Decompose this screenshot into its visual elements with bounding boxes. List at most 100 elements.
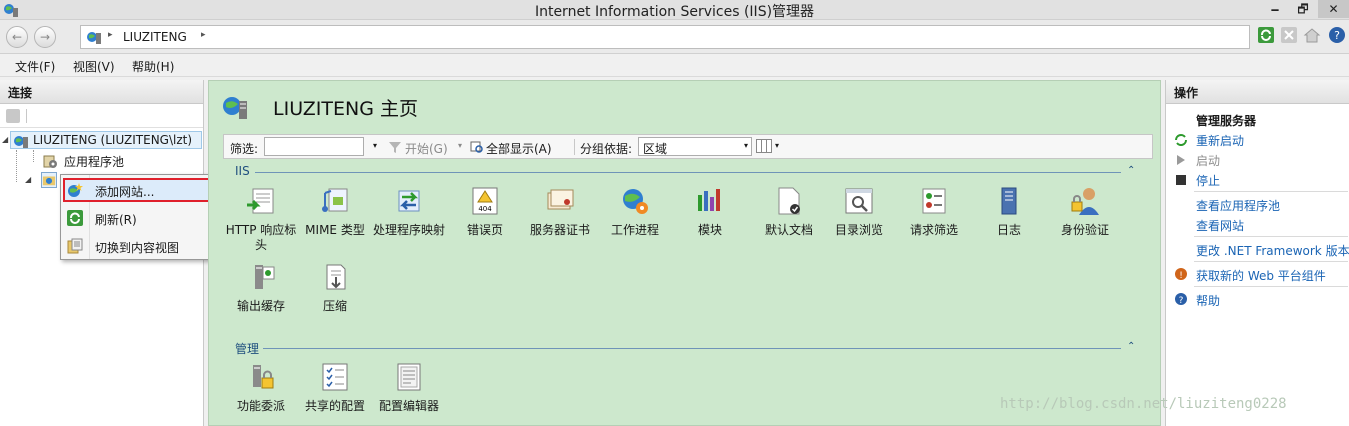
feature-label: MIME 类型 bbox=[305, 223, 365, 237]
restart-action[interactable]: 重新启动 bbox=[1196, 132, 1244, 149]
actions-divider bbox=[1194, 236, 1348, 237]
start-dropdown-icon[interactable]: ▾ bbox=[458, 141, 462, 150]
help-action[interactable]: 帮助 bbox=[1196, 292, 1220, 309]
help-icon[interactable]: ? bbox=[1328, 26, 1346, 44]
feature-delegation[interactable]: 功能委派 bbox=[223, 361, 299, 414]
connections-header: 连接 bbox=[0, 80, 203, 104]
menu-view[interactable]: 视图(V) bbox=[73, 58, 115, 75]
app-pool-icon bbox=[43, 155, 57, 168]
section-iis[interactable]: IIS bbox=[235, 164, 250, 178]
content-view-icon bbox=[67, 238, 83, 254]
group-dropdown-icon[interactable]: ▾ bbox=[744, 141, 748, 150]
add-website-menu-item[interactable]: 添加网站... bbox=[63, 178, 219, 202]
menu-file[interactable]: 文件(F) bbox=[15, 58, 55, 75]
breadcrumb-separator-icon[interactable]: ▸ bbox=[108, 30, 113, 40]
change-net-framework-action[interactable]: 更改 .NET Framework 版本 bbox=[1196, 242, 1349, 259]
view-sites-action[interactable]: 查看网站 bbox=[1196, 217, 1244, 234]
http-headers-icon bbox=[247, 188, 274, 214]
feature-label: 共享的配置 bbox=[304, 399, 365, 413]
minimize-button[interactable]: 🗕 bbox=[1262, 0, 1288, 18]
close-button[interactable]: ✕ bbox=[1318, 0, 1349, 18]
logging-icon bbox=[1001, 187, 1017, 215]
feature-error-pages[interactable]: 404 错误页 bbox=[447, 185, 523, 238]
stop-action[interactable]: 停止 bbox=[1196, 172, 1220, 189]
filter-dropdown-icon[interactable]: ▾ bbox=[373, 141, 377, 150]
feature-label: 身份验证 bbox=[1060, 223, 1109, 237]
filter-input[interactable] bbox=[264, 137, 364, 156]
context-menu-label: 切换到内容视图 bbox=[95, 241, 180, 255]
start-icon bbox=[1177, 155, 1185, 165]
feature-output-caching[interactable]: 输出缓存 bbox=[223, 261, 299, 314]
feature-label: HTTP 响应标头 bbox=[225, 223, 297, 252]
menu-help[interactable]: 帮助(H) bbox=[132, 58, 174, 75]
address-bar[interactable]: ▸ LIUZITENG ▸ bbox=[80, 25, 1250, 49]
connect-icon[interactable] bbox=[6, 109, 20, 123]
compression-icon bbox=[326, 264, 346, 290]
section-divider bbox=[263, 348, 1121, 349]
expander-icon[interactable]: ◢ bbox=[25, 175, 31, 184]
feature-label: 工作进程 bbox=[610, 223, 659, 237]
configuration-editor-icon bbox=[397, 363, 421, 391]
server-home-panel: LIUZITENG 主页 筛选: ▾ 开始(G) ▾ 全部显示(A) 分组依据:… bbox=[208, 80, 1161, 426]
context-menu: 添加网站... 刷新(R) 切换到内容视图 bbox=[60, 174, 222, 260]
view-mode-icon[interactable] bbox=[756, 139, 772, 153]
window-title: Internet Information Services (IIS)管理器 bbox=[534, 4, 815, 20]
stop-icon bbox=[1176, 175, 1186, 185]
view-app-pools-action[interactable]: 查看应用程序池 bbox=[1196, 197, 1280, 214]
breadcrumb-separator-icon[interactable]: ▸ bbox=[201, 30, 206, 40]
feature-server-certificates[interactable]: 服务器证书 bbox=[522, 185, 598, 238]
funnel-icon bbox=[389, 142, 401, 153]
forward-button[interactable]: → bbox=[34, 26, 56, 48]
tree-item-label: 应用程序池 bbox=[64, 155, 125, 169]
filter-label: 筛选: bbox=[230, 142, 259, 156]
server-home-icon bbox=[223, 97, 247, 119]
view-dropdown-icon[interactable]: ▾ bbox=[775, 141, 779, 150]
refresh-menu-item[interactable]: 刷新(R) bbox=[63, 206, 219, 230]
server-icon bbox=[14, 136, 28, 148]
switch-content-view-menu-item[interactable]: 切换到内容视图 bbox=[63, 234, 219, 258]
feature-worker-processes[interactable]: 工作进程 bbox=[597, 185, 673, 238]
collapse-management-icon[interactable]: ⌃ bbox=[1127, 341, 1135, 352]
feature-shared-configuration[interactable]: 共享的配置 bbox=[297, 361, 373, 414]
feature-directory-browsing[interactable]: 目录浏览 bbox=[821, 185, 897, 238]
home-icon[interactable] bbox=[1303, 26, 1321, 44]
feature-label: 输出缓存 bbox=[236, 299, 285, 313]
sites-folder-icon bbox=[41, 172, 57, 188]
feature-default-document[interactable]: 默认文档 bbox=[751, 185, 827, 238]
filter-bar: 筛选: ▾ 开始(G) ▾ 全部显示(A) 分组依据: 区域 ▾ ▾ bbox=[223, 134, 1153, 159]
stop-icon[interactable] bbox=[1280, 26, 1298, 44]
feature-logging[interactable]: 日志 bbox=[971, 185, 1047, 238]
tree-item-server[interactable]: ◢ LIUZITENG (LIUZITENG\lzt) bbox=[2, 131, 202, 149]
start-filter-button[interactable]: 开始(G) bbox=[405, 140, 448, 157]
show-all-button[interactable]: 全部显示(A) bbox=[486, 140, 552, 157]
refresh-icon[interactable] bbox=[1257, 26, 1275, 44]
feature-mime-types[interactable]: MIME 类型 bbox=[297, 185, 373, 238]
group-by-value: 区域 bbox=[643, 142, 668, 156]
feature-http-response-headers[interactable]: HTTP 响应标头 bbox=[223, 185, 299, 253]
feature-label: 配置编辑器 bbox=[378, 399, 439, 413]
feature-authentication[interactable]: 身份验证 bbox=[1047, 185, 1123, 238]
feature-handler-mappings[interactable]: 处理程序映射 bbox=[371, 185, 447, 238]
restart-icon bbox=[1175, 134, 1187, 146]
feature-compression[interactable]: 压缩 bbox=[297, 261, 373, 314]
group-by-label: 分组依据: bbox=[580, 142, 633, 156]
section-management[interactable]: 管理 bbox=[235, 340, 259, 357]
collapse-iis-icon[interactable]: ⌃ bbox=[1127, 165, 1135, 176]
shared-configuration-icon bbox=[322, 363, 348, 391]
server-icon bbox=[87, 32, 101, 44]
filter-separator bbox=[574, 139, 575, 155]
back-button[interactable]: ← bbox=[6, 26, 28, 48]
group-by-select[interactable]: 区域 bbox=[638, 137, 752, 156]
maximize-button[interactable]: 🗗 bbox=[1290, 0, 1316, 18]
feature-modules[interactable]: 模块 bbox=[672, 185, 748, 238]
web-platform-icon: ! bbox=[1175, 268, 1187, 281]
actions-divider bbox=[1194, 261, 1348, 262]
manage-server-group-label: 管理服务器 bbox=[1196, 114, 1257, 128]
start-action[interactable]: 启动 bbox=[1196, 152, 1220, 169]
feature-configuration-editor[interactable]: 配置编辑器 bbox=[371, 361, 447, 414]
feature-request-filtering[interactable]: 请求筛选 bbox=[896, 185, 972, 238]
tree-item-app-pools[interactable]: 应用程序池 bbox=[28, 152, 198, 170]
get-web-platform-action[interactable]: 获取新的 Web 平台组件 bbox=[1196, 267, 1326, 284]
expander-icon[interactable]: ◢ bbox=[2, 135, 8, 144]
breadcrumb-server[interactable]: LIUZITENG bbox=[123, 30, 187, 44]
